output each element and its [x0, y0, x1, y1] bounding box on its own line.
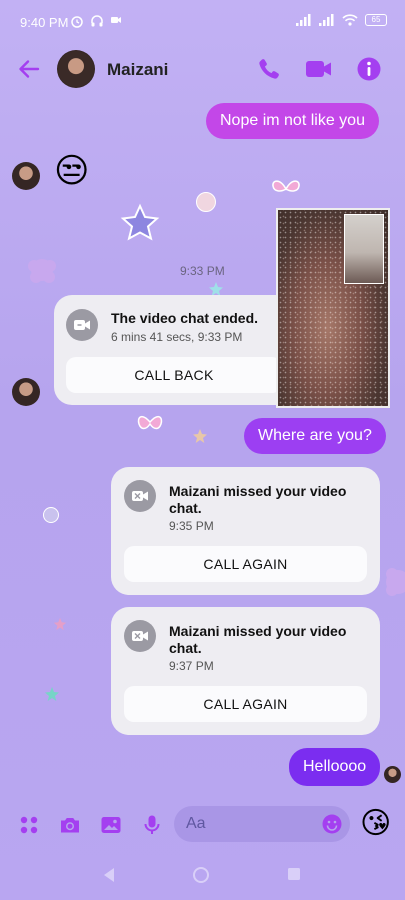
self-view-thumbnail[interactable] [344, 214, 384, 284]
video-chat-ended-card: The video chat ended. 6 mins 41 secs, 9:… [54, 295, 294, 405]
call-card-title: Maizani missed your video chat. [169, 623, 347, 656]
contact-avatar-small[interactable] [12, 162, 40, 190]
small-star-icon [53, 617, 67, 631]
missed-video-call-icon [124, 480, 156, 512]
headset-icon [91, 15, 103, 27]
incoming-emoji-message[interactable]: 😒 [54, 152, 89, 190]
missed-video-chat-card: Maizani missed your video chat. 9:37 PM … [111, 607, 380, 735]
star-sticker-icon [120, 203, 160, 241]
call-card-title: The video chat ended. [111, 310, 259, 326]
nav-back-icon[interactable] [102, 867, 116, 883]
video-notification-icon [111, 17, 121, 23]
arrow-left-icon[interactable] [16, 56, 42, 82]
small-star-icon [193, 429, 207, 443]
microphone-icon[interactable] [140, 813, 164, 837]
contact-avatar[interactable] [57, 50, 95, 88]
battery-indicator: 65 [365, 14, 387, 26]
read-receipt-avatar [384, 766, 401, 783]
quick-reaction-emoji-button[interactable]: 😘 [360, 806, 391, 842]
call-again-button[interactable]: CALL AGAIN [124, 546, 367, 582]
outgoing-message[interactable]: Nope im not like you [206, 103, 379, 139]
smiley-sticker-icon [43, 507, 59, 523]
call-again-button[interactable]: CALL AGAIN [124, 686, 367, 722]
small-star-icon [45, 687, 59, 701]
phone-icon[interactable] [256, 56, 282, 82]
video-call-icon [66, 309, 98, 341]
status-time: 9:40 PM [20, 15, 69, 30]
alarm-icon [71, 16, 83, 28]
camera-icon[interactable] [58, 813, 82, 837]
outgoing-message[interactable]: Helloooo [289, 748, 381, 786]
status-system-icons: 65 [296, 14, 387, 26]
smiley-icon[interactable] [322, 814, 342, 834]
missed-video-chat-card: Maizani missed your video chat. 9:35 PM … [111, 467, 380, 595]
wifi-icon [342, 14, 358, 26]
message-input-container[interactable] [174, 806, 350, 842]
chat-header: Maizani [0, 46, 405, 96]
call-card-title: Maizani missed your video chat. [169, 483, 347, 516]
contact-avatar-small[interactable] [12, 378, 40, 406]
message-composer [0, 800, 405, 850]
video-call-preview[interactable] [276, 208, 390, 408]
nav-home-icon[interactable] [192, 866, 210, 884]
message-timestamp: 9:33 PM [180, 264, 225, 278]
status-bar: 9:40 PM 65 [0, 0, 405, 46]
butterfly-sticker-icon [137, 415, 163, 430]
nav-recents-icon[interactable] [287, 867, 301, 881]
butterfly-sticker-icon [272, 180, 300, 192]
call-card-subtitle: 6 mins 41 secs, 9:33 PM [111, 330, 243, 344]
message-input[interactable] [186, 813, 316, 835]
video-camera-icon[interactable] [305, 56, 333, 82]
call-card-subtitle: 9:37 PM [169, 659, 214, 673]
system-navigation-bar [0, 850, 405, 900]
contact-name[interactable]: Maizani [107, 60, 168, 80]
outgoing-message[interactable]: Where are you? [244, 418, 386, 454]
info-icon[interactable] [356, 56, 382, 82]
missed-video-call-icon [124, 620, 156, 652]
signal-icon-2 [319, 14, 334, 26]
messenger-chat-screen: 9:40 PM 65 Maizani Nope im not like you … [0, 0, 405, 900]
call-back-button[interactable]: CALL BACK [66, 357, 282, 393]
cloud-sticker-icon [386, 568, 405, 596]
signal-icon-1 [296, 14, 311, 26]
cloud-sticker-icon [28, 259, 56, 283]
image-icon[interactable] [99, 813, 123, 837]
call-card-subtitle: 9:35 PM [169, 519, 214, 533]
smiley-sticker-icon [196, 192, 216, 212]
grid-dots-icon[interactable] [17, 813, 41, 837]
status-notification-icons [70, 14, 122, 28]
